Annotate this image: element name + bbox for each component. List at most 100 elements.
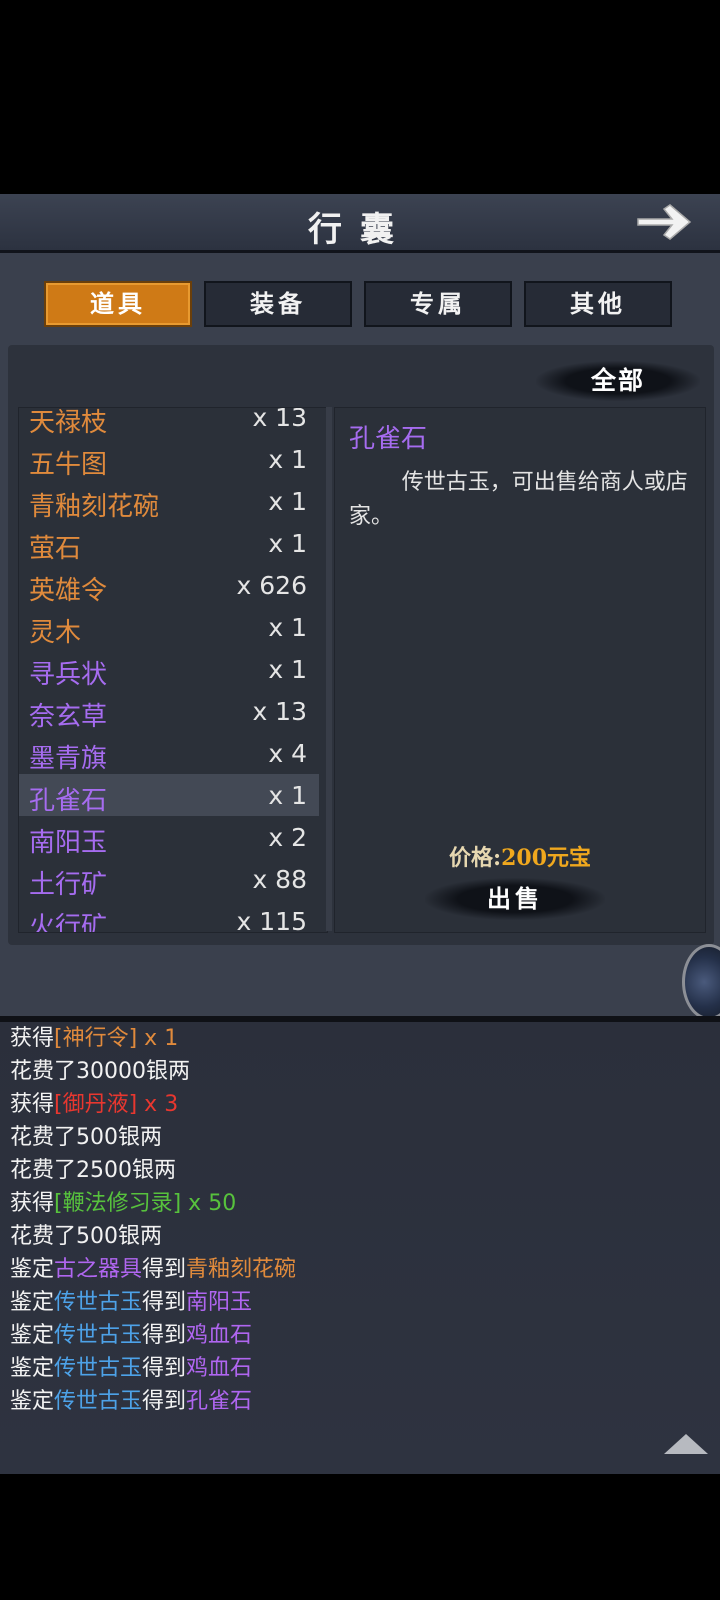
- list-scrollbar[interactable]: [326, 407, 332, 931]
- log-segment: 得到: [142, 1323, 187, 1348]
- list-item[interactable]: 寻兵状 x 1: [19, 648, 319, 690]
- log-segment: 花费了2500银两: [10, 1158, 176, 1183]
- item-name: 英雄令: [29, 576, 108, 606]
- item-quantity: x 4: [268, 739, 307, 768]
- message-log[interactable]: 获得[神行令] x 1 花费了30000银两 获得[御丹液] x 3 花费了500银两…: [0, 1022, 720, 1474]
- log-segment: 花费了500银两: [10, 1224, 162, 1249]
- log-line: 花费了2500银两: [0, 1154, 720, 1187]
- list-item[interactable]: 灵木 x 1: [19, 606, 319, 648]
- log-line: 鉴定传世古玉得到南阳玉: [0, 1286, 720, 1319]
- log-segment: 花费了500银两: [10, 1125, 162, 1150]
- list-item[interactable]: 萤石 x 1: [19, 522, 319, 564]
- log-line: 花费了500银两: [0, 1220, 720, 1253]
- log-segment: x 1: [137, 1026, 179, 1051]
- item-list-pane[interactable]: 天禄枝 x 13 五牛图 x 1 青釉刻花碗 x 1 萤石 x 1 英雄令 x 626 灵木 x 1寻…: [18, 407, 328, 933]
- log-line: 鉴定传世古玉得到鸡血石: [0, 1319, 720, 1352]
- item-name: 土行矿: [29, 870, 108, 900]
- log-segment: x 50: [181, 1191, 237, 1216]
- log-segment: 传世古玉: [54, 1323, 143, 1348]
- log-segment: [鞭法修习录]: [54, 1191, 182, 1216]
- item-list: 天禄枝 x 13 五牛图 x 1 青釉刻花碗 x 1 萤石 x 1 英雄令 x 626 灵木 x 1寻…: [19, 407, 319, 933]
- detail-item-name: 孔雀石: [349, 424, 428, 454]
- log-segment: 得到: [142, 1356, 187, 1381]
- item-quantity: x 626: [236, 571, 307, 600]
- back-button[interactable]: [632, 198, 696, 246]
- log-segment: x 3: [137, 1092, 179, 1117]
- log-line: 获得[鞭法修习录] x 50: [0, 1187, 720, 1220]
- list-item[interactable]: 奈玄草 x 13: [19, 690, 319, 732]
- log-line: 鉴定古之器具得到青釉刻花碗: [0, 1253, 720, 1286]
- log-segment: 鉴定: [10, 1356, 55, 1381]
- list-item[interactable]: 五牛图 x 1: [19, 438, 319, 480]
- log-segment: [御丹液]: [54, 1092, 138, 1117]
- sell-button[interactable]: 出售: [425, 878, 605, 920]
- tab-bar: 道具 装备 专属 其他: [44, 281, 676, 331]
- item-name: 萤石: [29, 534, 82, 564]
- item-quantity: x 1: [268, 613, 307, 642]
- list-item[interactable]: 墨青旗 x 4: [19, 732, 319, 774]
- tab-items[interactable]: 道具: [44, 281, 192, 327]
- price-row: 价格:200元宝: [335, 840, 705, 872]
- log-segment: [神行令]: [54, 1026, 138, 1051]
- tab-exclusive[interactable]: 专属: [364, 281, 512, 327]
- log-segment: 南阳玉: [186, 1290, 253, 1315]
- log-line: 获得[神行令] x 1: [0, 1022, 720, 1055]
- list-item[interactable]: 青釉刻花碗 x 1: [19, 480, 319, 522]
- log-segment: 鉴定: [10, 1290, 55, 1315]
- log-segment: 鉴定: [10, 1323, 55, 1348]
- log-segment: 传世古玉: [54, 1290, 143, 1315]
- scroll-up-icon[interactable]: [664, 1434, 708, 1454]
- arrow-right-icon: [637, 204, 692, 240]
- log-segment: 得到: [142, 1257, 187, 1282]
- price-label: 价格:: [448, 845, 502, 871]
- bag-panel: 道具 装备 专属 其他 全部 天禄枝 x 13 五牛图 x 1 青釉刻花碗 x 1 萤石 x …: [0, 253, 720, 1019]
- item-name: 寻兵状: [29, 660, 108, 690]
- list-item[interactable]: 天禄枝 x 13: [19, 407, 319, 438]
- log-segment: 花费了30000银两: [10, 1059, 190, 1084]
- item-detail-pane: 孔雀石 传世古玉，可出售给商人或店家。 价格:200元宝 出售: [334, 407, 706, 933]
- tab-other[interactable]: 其他: [524, 281, 672, 327]
- item-name: 孔雀石: [29, 786, 108, 816]
- log-segment: 孔雀石: [186, 1389, 253, 1414]
- log-line: 花费了30000银两: [0, 1055, 720, 1088]
- title-bar: 行囊: [0, 194, 720, 253]
- item-name: 火行矿: [29, 912, 108, 933]
- filter-all-button[interactable]: 全部: [536, 361, 700, 401]
- inventory-area: 全部 天禄枝 x 13 五牛图 x 1 青釉刻花碗 x 1 萤石 x 1 英雄令 x 626 灵木 x…: [8, 345, 714, 945]
- list-item[interactable]: 南阳玉 x 2: [19, 816, 319, 858]
- list-item[interactable]: 英雄令 x 626: [19, 564, 319, 606]
- log-segment: 获得: [10, 1026, 55, 1051]
- log-segment: 传世古玉: [54, 1389, 143, 1414]
- log-line: 花费了500银两: [0, 1121, 720, 1154]
- item-quantity: x 1: [268, 529, 307, 558]
- log-line: 鉴定传世古玉得到孔雀石: [0, 1385, 720, 1418]
- log-segment: 得到: [142, 1389, 187, 1414]
- item-name: 天禄枝: [29, 408, 108, 438]
- tab-equipment[interactable]: 装备: [204, 281, 352, 327]
- log-segment: 获得: [10, 1191, 55, 1216]
- list-item[interactable]: 土行矿 x 88: [19, 858, 319, 900]
- log-segment: 古之器具: [54, 1257, 143, 1282]
- item-quantity: x 115: [236, 907, 307, 933]
- log-segment: 青釉刻花碗: [186, 1257, 297, 1282]
- page-title: 行囊: [308, 210, 412, 250]
- list-item[interactable]: 孔雀石 x 1: [19, 774, 319, 816]
- item-name: 五牛图: [29, 450, 108, 480]
- item-quantity: x 1: [268, 487, 307, 516]
- log-line: 鉴定传世古玉得到鸡血石: [0, 1352, 720, 1385]
- detail-description: 传世古玉，可出售给商人或店家。: [349, 470, 688, 529]
- item-name: 南阳玉: [29, 828, 108, 858]
- item-quantity: x 13: [252, 407, 307, 432]
- item-quantity: x 1: [268, 655, 307, 684]
- log-line: 获得[御丹液] x 3: [0, 1088, 720, 1121]
- item-name: 青釉刻花碗: [29, 492, 160, 522]
- log-segment: 鸡血石: [186, 1356, 253, 1381]
- log-segment: 传世古玉: [54, 1356, 143, 1381]
- item-quantity: x 88: [252, 865, 307, 894]
- item-quantity: x 1: [268, 445, 307, 474]
- item-name: 灵木: [29, 618, 82, 648]
- item-name: 墨青旗: [29, 744, 108, 774]
- list-item[interactable]: 火行矿 x 115: [19, 900, 319, 933]
- item-name: 奈玄草: [29, 702, 108, 732]
- price-value: 200元宝: [501, 845, 592, 871]
